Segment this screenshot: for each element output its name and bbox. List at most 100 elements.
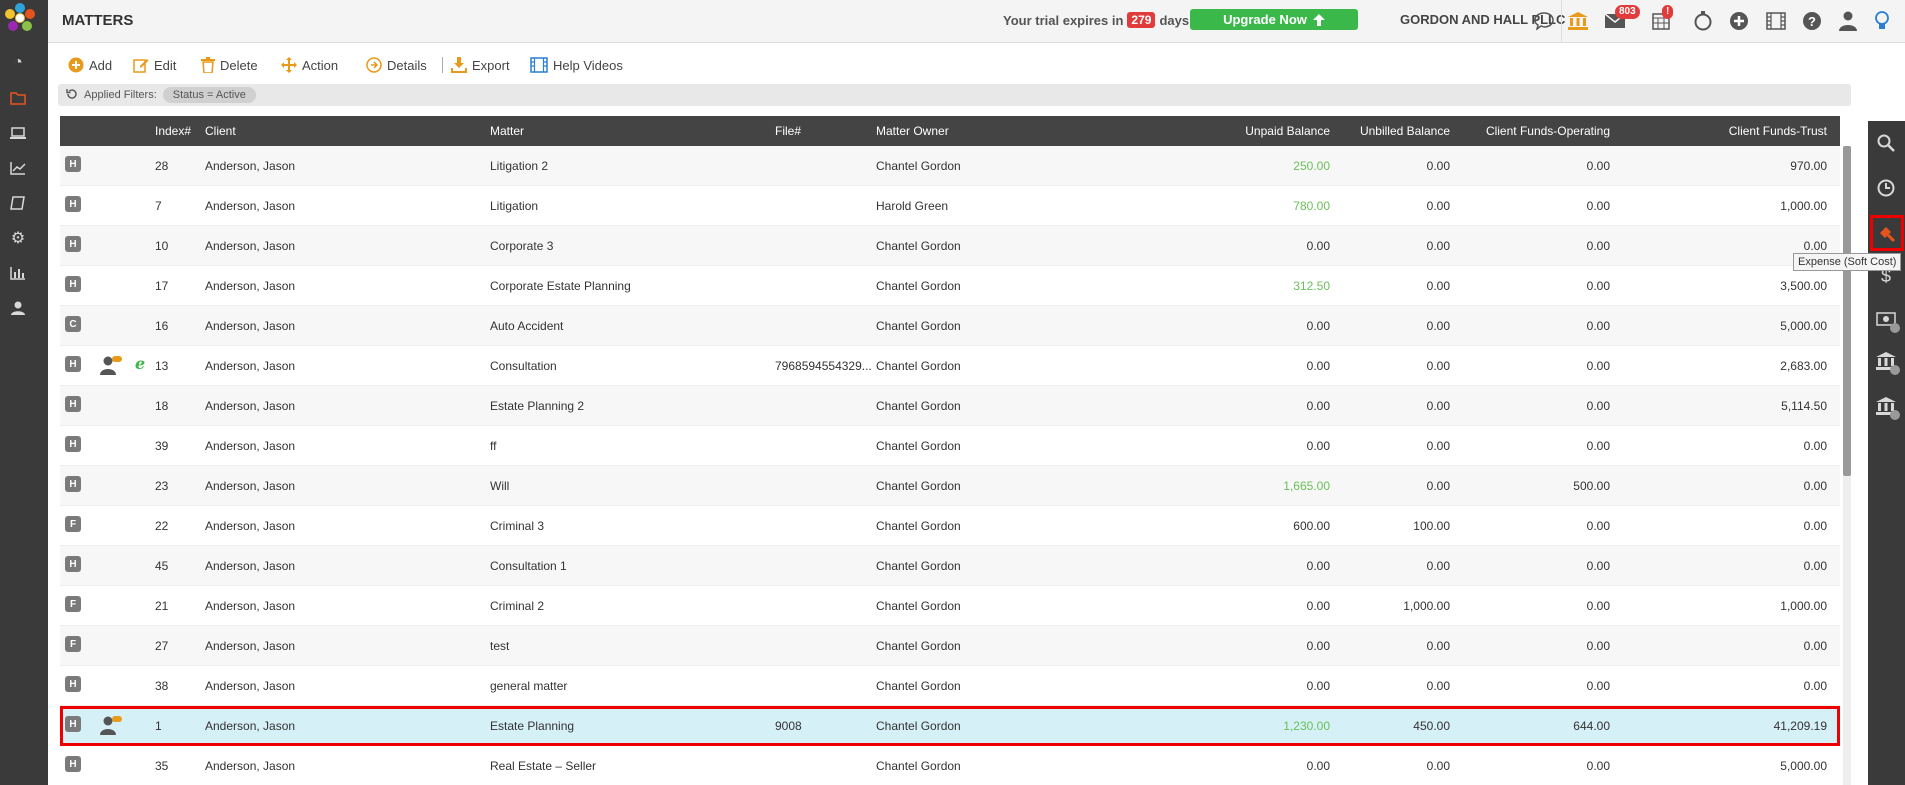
cell-index: 7 [155, 199, 162, 213]
table-row[interactable]: F 22 Anderson, Jason Criminal 3 Chantel Gord… [60, 506, 1840, 546]
col-client[interactable]: Client [205, 124, 236, 138]
cell-client-funds-trust: 0.00 [1803, 519, 1827, 533]
plus-circle-icon [68, 57, 84, 73]
folder-icon[interactable] [8, 88, 28, 108]
film-icon[interactable] [1764, 9, 1788, 33]
cell-client-funds-operating: 0.00 [1586, 359, 1610, 373]
cell-unbilled-balance: 0.00 [1426, 679, 1450, 693]
col-matter[interactable]: Matter [490, 124, 524, 138]
cell-client: Anderson, Jason [205, 479, 296, 493]
cell-client: Anderson, Jason [205, 719, 296, 733]
cell-client-funds-operating: 0.00 [1586, 319, 1610, 333]
cell-matter-owner: Chantel Gordon [876, 639, 961, 653]
cell-unbilled-balance: 1,000.00 [1403, 599, 1450, 613]
laptop-icon[interactable] [8, 123, 28, 143]
clock-icon[interactable] [1874, 176, 1898, 200]
bank-transfer-icon[interactable] [1874, 394, 1900, 420]
col-unbilled-balance[interactable]: Unbilled Balance [1360, 124, 1450, 138]
delete-label: Delete [220, 57, 258, 73]
cell-unpaid-balance: 0.00 [1306, 639, 1330, 653]
account-icon[interactable] [1836, 9, 1860, 33]
details-button[interactable]: Details [366, 53, 427, 77]
table-row[interactable]: H 28 Anderson, Jason Litigation 2 Chantel Go… [60, 146, 1840, 186]
app-logo[interactable] [4, 2, 36, 34]
table-row[interactable]: F 27 Anderson, Jason test Chantel Gordon 0.00… [60, 626, 1840, 666]
edit-button[interactable]: Edit [133, 53, 176, 77]
mail-icon[interactable]: 803 [1603, 5, 1640, 33]
cell-unbilled-balance: 0.00 [1426, 159, 1450, 173]
cell-unpaid-balance: 780.00 [1293, 199, 1330, 213]
move-arrows-icon [281, 57, 297, 73]
table-row[interactable]: H 10 Anderson, Jason Corporate 3 Chantel Gor… [60, 226, 1840, 266]
add-label: Add [89, 57, 113, 73]
client-portal-icon[interactable] [100, 355, 122, 375]
cell-client-funds-operating: 0.00 [1586, 559, 1610, 573]
page-title: MATTERS [62, 12, 134, 29]
reset-filters-icon[interactable] [66, 88, 78, 103]
table-row[interactable]: H 39 Anderson, Jason ff Chantel Gordon 0.00 0.… [60, 426, 1840, 466]
action-button[interactable]: Action [281, 53, 338, 77]
cell-matter: Criminal 2 [490, 599, 545, 613]
delete-button[interactable]: Delete [201, 53, 258, 77]
cell-index: 18 [155, 399, 169, 413]
chat-icon[interactable] [1532, 9, 1556, 33]
bank-deposit-icon[interactable] [1874, 349, 1900, 375]
filter-chip-status[interactable]: Status = Active [162, 87, 256, 103]
cell-matter: Litigation 2 [490, 159, 549, 173]
col-matter-owner[interactable]: Matter Owner [876, 124, 949, 138]
table-row[interactable]: F 21 Anderson, Jason Criminal 2 Chantel Gord… [60, 586, 1840, 626]
table-header: Index# Client Matter File# Matter Owner … [60, 116, 1840, 146]
col-index[interactable]: Index# [155, 124, 191, 138]
cell-client: Anderson, Jason [205, 279, 296, 293]
user-icon[interactable] [8, 298, 28, 318]
plus-circle-icon[interactable] [1727, 9, 1751, 33]
table-row[interactable]: H 38 Anderson, Jason general matter Chantel … [60, 666, 1840, 706]
bank-icon[interactable] [1566, 9, 1590, 33]
cell-matter-owner: Chantel Gordon [876, 319, 961, 333]
bar-chart-icon[interactable] [8, 263, 28, 283]
table-row[interactable]: H 7 Anderson, Jason Litigation Harold Green 7… [60, 186, 1840, 226]
money-icon[interactable] [1874, 307, 1900, 333]
lightbulb-icon[interactable] [1870, 9, 1894, 33]
cell-file: 7968594554329... [775, 359, 872, 373]
matter-type-badge: F [65, 516, 81, 532]
client-portal-icon[interactable] [100, 715, 122, 735]
calendar-icon[interactable]: ! [1649, 5, 1674, 33]
cell-unpaid-balance: 1,665.00 [1283, 479, 1330, 493]
cell-unbilled-balance: 0.00 [1426, 239, 1450, 253]
trial-days-badge: 279 [1127, 12, 1156, 28]
add-button[interactable]: Add [68, 53, 112, 77]
stopwatch-icon[interactable] [1691, 9, 1715, 33]
table-row[interactable]: H 45 Anderson, Jason Consultation 1 Chantel … [60, 546, 1840, 586]
expense-hammer-icon[interactable] [1870, 215, 1904, 251]
search-icon[interactable] [1874, 131, 1898, 155]
table-row[interactable]: C 16 Anderson, Jason Auto Accident Chantel G… [60, 306, 1840, 346]
book-icon[interactable] [8, 193, 28, 213]
line-chart-icon[interactable] [8, 158, 28, 178]
mail-count-badge: 803 [1615, 5, 1640, 19]
col-client-funds-trust[interactable]: Client Funds-Trust [1729, 124, 1827, 138]
table-row-selected[interactable]: H 1 Anderson, Jason Estate Planning 9008 Chan… [60, 706, 1840, 746]
scrollbar-thumb[interactable] [1843, 146, 1851, 476]
cell-client-funds-operating: 500.00 [1573, 479, 1610, 493]
cell-index: 23 [155, 479, 169, 493]
table-row[interactable]: He 13 Anderson, Jason Consultation 796859455… [60, 346, 1840, 386]
dashboard-icon[interactable]: ◔ [8, 53, 28, 73]
table-row[interactable]: H 35 Anderson, Jason Real Estate – Seller Ch… [60, 746, 1840, 785]
upgrade-now-button[interactable]: Upgrade Now [1190, 9, 1358, 30]
col-client-funds-operating[interactable]: Client Funds-Operating [1486, 124, 1610, 138]
col-file[interactable]: File# [775, 124, 801, 138]
help-icon[interactable]: ? [1800, 9, 1824, 33]
cell-matter: Criminal 3 [490, 519, 545, 533]
table-row[interactable]: H 23 Anderson, Jason Will Chantel Gordon 1,66… [60, 466, 1840, 506]
right-quick-rail: $ [1868, 121, 1905, 785]
table-scrollbar[interactable] [1843, 146, 1851, 785]
cell-matter: ff [490, 439, 497, 453]
cogs-icon[interactable]: ⚙ [8, 228, 28, 248]
help-videos-button[interactable]: Help Videos [530, 53, 623, 77]
table-row[interactable]: H 18 Anderson, Jason Estate Planning 2 Chant… [60, 386, 1840, 426]
table-row[interactable]: H 17 Anderson, Jason Corporate Estate Plann… [60, 266, 1840, 306]
export-button[interactable]: Export [451, 53, 510, 77]
e-sign-icon[interactable]: e [135, 354, 145, 373]
col-unpaid-balance[interactable]: Unpaid Balance [1245, 124, 1330, 138]
